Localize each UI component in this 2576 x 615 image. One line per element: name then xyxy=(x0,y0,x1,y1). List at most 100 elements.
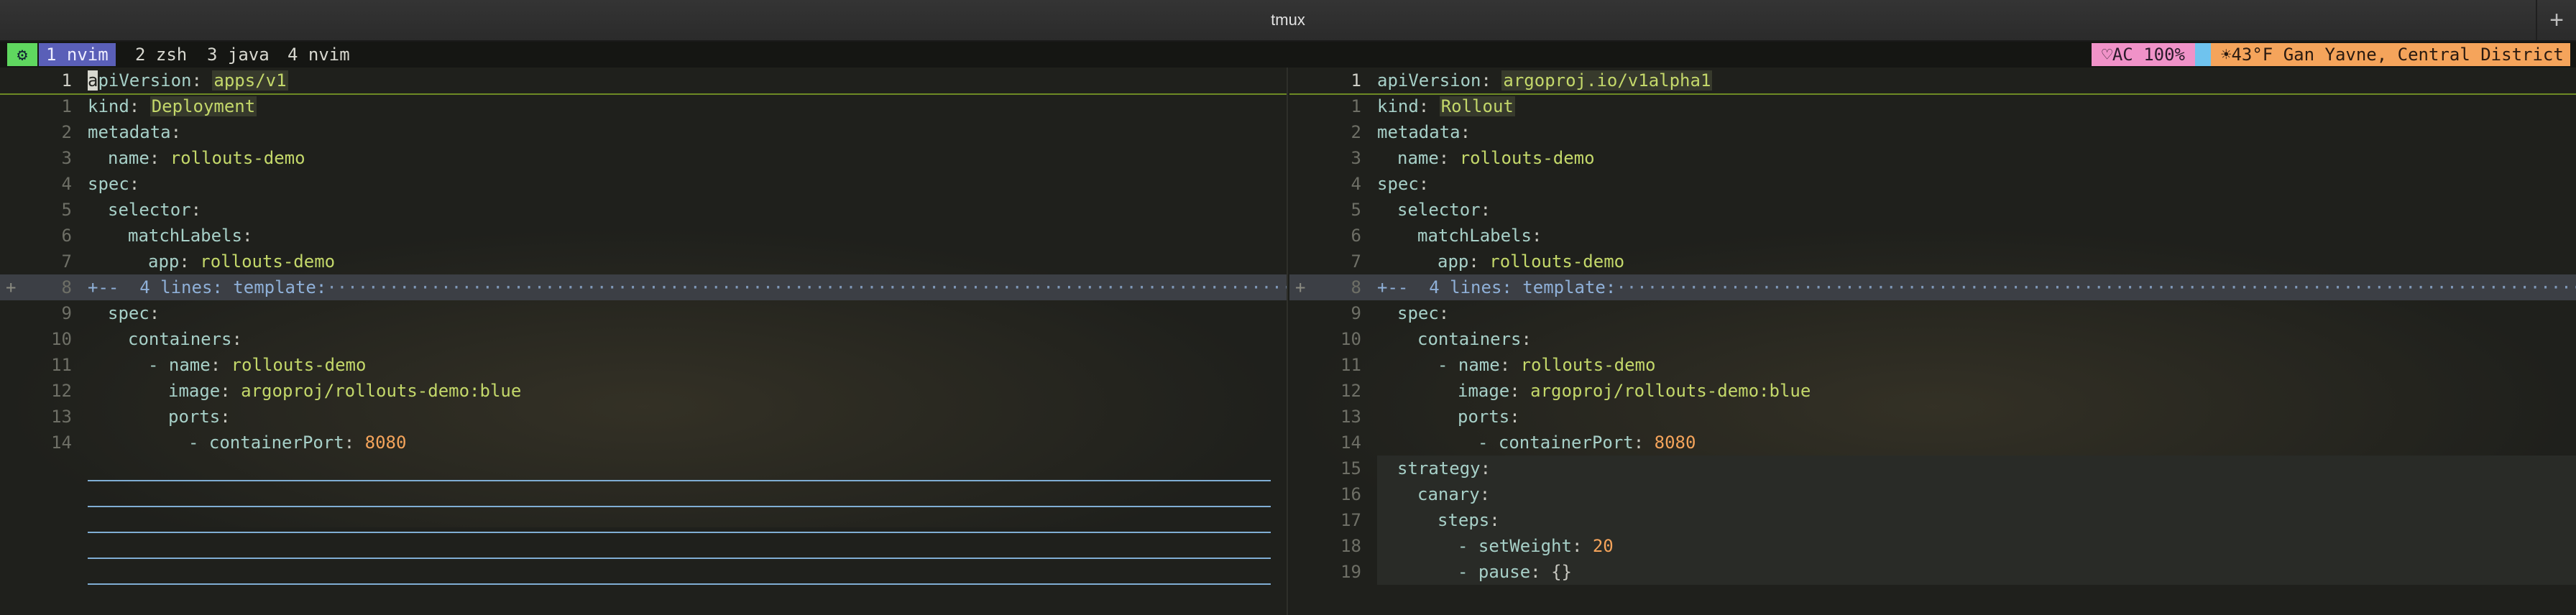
diff-pane-left[interactable]: 1 apiVersion: apps/v1 1 kind: Deployment 2 me… xyxy=(0,68,1288,615)
code-text: metadata: xyxy=(1377,119,2576,145)
yaml-key: name xyxy=(1397,148,1439,168)
yaml-colon: : xyxy=(1438,303,1460,323)
tmux-window-1[interactable]: 1 nvim xyxy=(39,43,116,66)
code-text: kind: Deployment xyxy=(88,93,1287,119)
yaml-key: selector xyxy=(1397,200,1481,220)
code-line: 18 - setWeight: 20 xyxy=(1289,533,2576,559)
yaml-key: ports xyxy=(1458,407,1510,427)
yaml-value: 20 xyxy=(1592,536,1614,556)
line-number: 10 xyxy=(1340,329,1361,349)
yaml-colon: : xyxy=(1571,536,1593,556)
yaml-colon: : xyxy=(1468,251,1490,272)
yaml-key: steps xyxy=(1438,510,1490,530)
yaml-key: - setWeight xyxy=(1458,536,1572,556)
code-text: image: argoproj/rollouts-demo:blue xyxy=(88,378,1287,404)
line-number: 5 xyxy=(1351,200,1361,220)
code-text: apiVersion: apps/v1 xyxy=(88,68,1287,93)
line-number: 18 xyxy=(1340,536,1361,556)
line-number: 7 xyxy=(61,251,72,272)
yaml-key: - pause xyxy=(1458,562,1531,582)
diff-pane-right[interactable]: 1 apiVersion: argoproj.io/v1alpha1 1 kind: … xyxy=(1289,68,2576,615)
yaml-key: kind xyxy=(1377,96,1419,116)
line-number: 7 xyxy=(1351,251,1361,272)
tmux-window-3[interactable]: 3 java xyxy=(200,43,277,66)
code-text: - containerPort: 8080 xyxy=(1377,430,2576,456)
yaml-key: - containerPort xyxy=(1478,433,1634,453)
status-separator xyxy=(2195,43,2211,66)
code-text: ports: xyxy=(88,404,1287,430)
yaml-value: argoproj/rollouts-demo:blue xyxy=(241,381,522,401)
line-number: 10 xyxy=(51,329,72,349)
line-number: 9 xyxy=(1351,303,1361,323)
code-line: 7 app: rollouts-demo xyxy=(1289,249,2576,274)
tmux-window-2[interactable]: 2 zsh xyxy=(128,43,194,66)
code-line: 9 spec: xyxy=(0,300,1287,326)
yaml-value: 8080 xyxy=(364,433,407,453)
code-line: 3 name: rollouts-demo xyxy=(1289,145,2576,171)
code-text: selector: xyxy=(88,197,1287,223)
yaml-value: argoproj/rollouts-demo:blue xyxy=(1530,381,1811,401)
code-line: 2 metadata: xyxy=(0,119,1287,145)
line-number: 1 xyxy=(1351,96,1361,116)
code-text: app: rollouts-demo xyxy=(88,249,1287,274)
code-line: 5 selector: xyxy=(1289,197,2576,223)
yaml-key: containers xyxy=(128,329,232,349)
code-line: 17 steps: xyxy=(1289,507,2576,533)
line-number: 2 xyxy=(1351,122,1361,142)
code-text: - name: rollouts-demo xyxy=(1377,352,2576,378)
yaml-colon: : xyxy=(1531,226,1552,246)
code-line: 16 canary: xyxy=(1289,481,2576,507)
code-line: 5 selector: xyxy=(0,197,1287,223)
fold-dots: ········································… xyxy=(1616,277,2576,297)
yaml-value: rollouts-demo xyxy=(170,148,305,168)
tmux-window-4[interactable]: 4 nvim xyxy=(280,43,357,66)
code-line: 14 - containerPort: 8080 xyxy=(1289,430,2576,456)
battery-label: AC 100% xyxy=(2112,45,2185,65)
yaml-colon: : xyxy=(210,355,231,375)
fold-line: +8 +-- 4 lines: template:················… xyxy=(0,274,1287,300)
yaml-colon: : xyxy=(1460,122,1481,142)
yaml-key: containers xyxy=(1417,329,1522,349)
code-text: kind: Rollout xyxy=(1377,93,2576,119)
code-line: 14 - containerPort: 8080 xyxy=(0,430,1287,456)
yaml-colon: : xyxy=(1418,96,1440,116)
line-number: 3 xyxy=(61,148,72,168)
yaml-colon: : xyxy=(220,381,242,401)
line-number: 5 xyxy=(61,200,72,220)
yaml-key: - containerPort xyxy=(188,433,344,453)
yaml-key: spec xyxy=(1377,174,1419,194)
line-number: 11 xyxy=(51,355,72,375)
yaml-colon: : xyxy=(170,122,192,142)
window-title: tmux xyxy=(1271,11,1305,29)
code-line: 11 - name: rollouts-demo xyxy=(1289,352,2576,378)
line-number: 13 xyxy=(51,407,72,427)
line-number: 15 xyxy=(1340,458,1361,478)
yaml-value: rollouts-demo xyxy=(200,251,336,272)
yaml-value: Deployment xyxy=(150,96,257,116)
session-mode-icon: ⚙ xyxy=(7,43,37,66)
diff-filler-line xyxy=(88,481,1271,507)
yaml-colon: : xyxy=(1530,562,1552,582)
yaml-colon: : xyxy=(179,251,201,272)
yaml-key: metadata xyxy=(88,122,171,142)
yaml-key: - name xyxy=(1438,355,1500,375)
code-line: 11 - name: rollouts-demo xyxy=(0,352,1287,378)
code-line: 15 strategy: xyxy=(1289,456,2576,481)
code-line: 1 apiVersion: apps/v1 xyxy=(0,68,1287,95)
code-text: name: rollouts-demo xyxy=(88,145,1287,171)
code-line: 4 spec: xyxy=(1289,171,2576,197)
line-number: 13 xyxy=(1340,407,1361,427)
line-number: 6 xyxy=(61,226,72,246)
sun-icon: ☀ xyxy=(2221,45,2232,65)
code-text: - containerPort: 8080 xyxy=(88,430,1287,456)
yaml-colon: : xyxy=(190,200,212,220)
yaml-key: image xyxy=(1458,381,1510,401)
window-titlebar: tmux + xyxy=(0,0,2576,42)
line-number: 16 xyxy=(1340,484,1361,504)
code-line: 19 - pause: {} xyxy=(1289,559,2576,585)
code-line: 10 containers: xyxy=(0,326,1287,352)
fold-line: +8 +-- 4 lines: template:················… xyxy=(1289,274,2576,300)
code-line: 6 matchLabels: xyxy=(0,223,1287,249)
battery-status: ♡AC 100% xyxy=(2092,43,2195,66)
new-tab-button[interactable]: + xyxy=(2536,0,2576,40)
